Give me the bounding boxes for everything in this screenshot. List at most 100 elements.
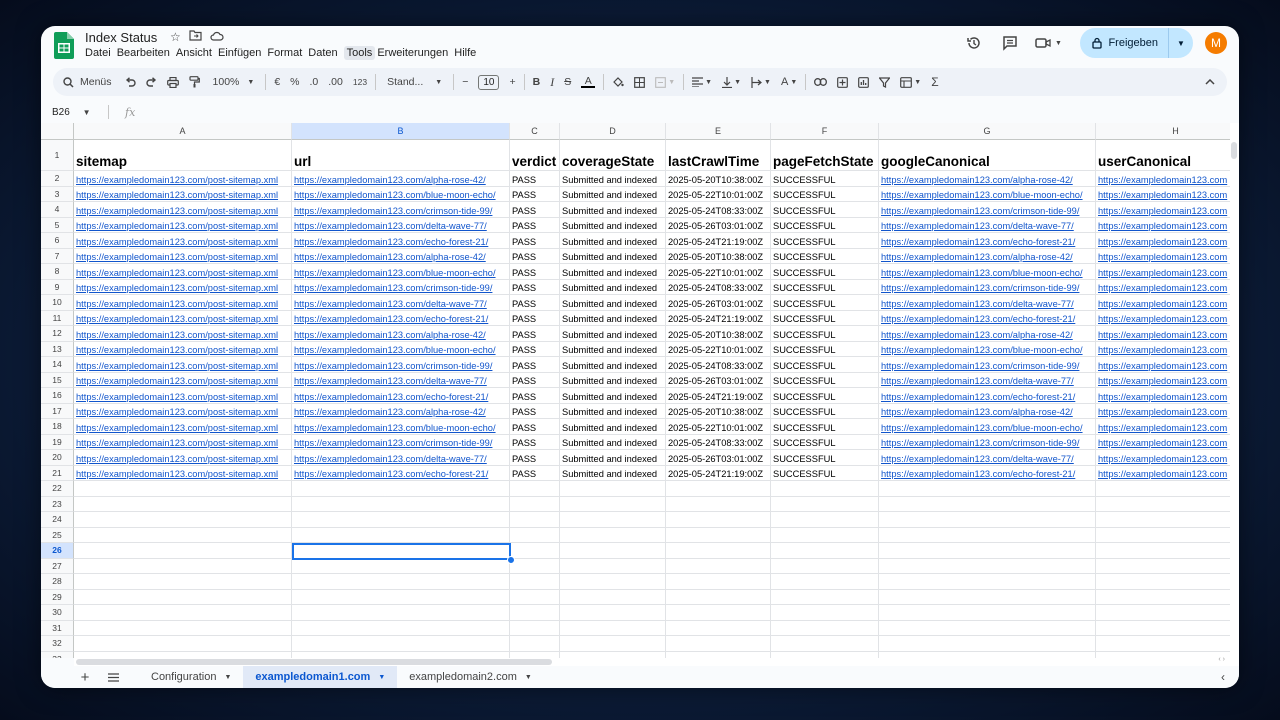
cell[interactable] bbox=[771, 620, 879, 636]
cell[interactable]: https://exampledomain123.com/crimson-tid… bbox=[292, 202, 510, 218]
cell[interactable] bbox=[771, 481, 879, 497]
share-dropdown-icon[interactable]: ▼ bbox=[1169, 39, 1193, 48]
cell[interactable]: https://exampledomain123.com/alpha-rose-… bbox=[292, 326, 510, 342]
cell[interactable]: Submitted and indexed bbox=[560, 419, 666, 435]
cell[interactable] bbox=[666, 496, 771, 512]
cell[interactable]: https://exampledomain123.com/delta-wave-… bbox=[879, 450, 1096, 466]
cell[interactable]: https://exampledomain123.com bbox=[1096, 435, 1239, 450]
cell[interactable]: 2025-05-22T10:01:00Z bbox=[666, 341, 771, 357]
row-header[interactable]: 10 bbox=[41, 295, 74, 311]
column-title-cell[interactable]: verdict bbox=[510, 140, 560, 171]
avatar[interactable]: M bbox=[1205, 32, 1227, 54]
cell[interactable]: https://exampledomain123.com bbox=[1096, 249, 1239, 264]
cell[interactable] bbox=[666, 620, 771, 636]
select-all-corner[interactable] bbox=[41, 123, 74, 140]
horizontal-scrollbar[interactable]: ‹ › bbox=[74, 656, 1239, 666]
cell[interactable]: https://exampledomain123.com/crimson-tid… bbox=[292, 357, 510, 373]
cell[interactable]: https://exampledomain123.com/echo-forest… bbox=[879, 465, 1096, 481]
cell[interactable]: SUCCESSFUL bbox=[771, 465, 879, 481]
percent-format-button[interactable]: % bbox=[285, 68, 304, 96]
cell[interactable]: https://exampledomain123.com/post-sitema… bbox=[74, 248, 292, 264]
cell[interactable]: Submitted and indexed bbox=[560, 233, 666, 249]
cell[interactable]: https://exampledomain123.com/post-sitema… bbox=[74, 357, 292, 373]
cell[interactable]: https://exampledomain123.com/blue-moon-e… bbox=[292, 186, 510, 202]
cell[interactable] bbox=[74, 512, 292, 528]
collapse-sidebar-icon[interactable]: ‹ bbox=[1221, 670, 1239, 684]
cell[interactable]: https://exampledomain123.com/post-sitema… bbox=[74, 233, 292, 249]
cell[interactable]: https://exampledomain123.com/alpha-rose-… bbox=[292, 248, 510, 264]
cell[interactable] bbox=[560, 481, 666, 497]
cell[interactable]: https://exampledomain123.com/delta-wave-… bbox=[292, 372, 510, 388]
cell[interactable]: https://exampledomain123.com bbox=[1096, 466, 1239, 481]
row-header[interactable]: 7 bbox=[41, 248, 74, 264]
cell[interactable]: https://exampledomain123.com/echo-forest… bbox=[879, 310, 1096, 326]
row-header[interactable]: 20 bbox=[41, 450, 74, 466]
cell[interactable] bbox=[771, 496, 879, 512]
cell[interactable] bbox=[510, 574, 560, 590]
share-main[interactable]: Freigeben bbox=[1080, 28, 1169, 58]
cell[interactable]: 2025-05-20T10:38:00Z bbox=[666, 171, 771, 187]
cell[interactable]: PASS bbox=[510, 295, 560, 311]
row-header[interactable]: 4 bbox=[41, 202, 74, 218]
column-header-f[interactable]: F bbox=[771, 123, 879, 140]
cell[interactable]: PASS bbox=[510, 341, 560, 357]
cell[interactable] bbox=[74, 558, 292, 574]
paint-format-icon[interactable] bbox=[184, 68, 205, 96]
row-header[interactable]: 25 bbox=[41, 527, 74, 543]
cell[interactable]: PASS bbox=[510, 217, 560, 233]
cell[interactable]: https://exampledomain123.com/post-sitema… bbox=[74, 326, 292, 342]
cell[interactable] bbox=[771, 543, 879, 559]
row-header[interactable]: 14 bbox=[41, 357, 74, 373]
insert-chart-icon[interactable] bbox=[853, 68, 874, 96]
cell[interactable]: https://exampledomain123.com bbox=[1096, 233, 1239, 249]
cell[interactable]: SUCCESSFUL bbox=[771, 233, 879, 249]
cell[interactable] bbox=[74, 620, 292, 636]
cell[interactable]: https://exampledomain123.com/delta-wave-… bbox=[879, 295, 1096, 311]
row-header[interactable]: 18 bbox=[41, 419, 74, 435]
cell[interactable]: Submitted and indexed bbox=[560, 434, 666, 450]
cell[interactable]: https://exampledomain123.com/echo-forest… bbox=[292, 388, 510, 404]
cell[interactable]: 2025-05-24T08:33:00Z bbox=[666, 202, 771, 218]
cell[interactable] bbox=[510, 496, 560, 512]
cell[interactable] bbox=[879, 574, 1096, 590]
cell[interactable] bbox=[510, 636, 560, 652]
fill-color-icon[interactable] bbox=[607, 68, 629, 96]
cell[interactable]: PASS bbox=[510, 248, 560, 264]
cell[interactable] bbox=[510, 558, 560, 574]
cell[interactable]: https://exampledomain123.com/alpha-rose-… bbox=[879, 403, 1096, 419]
row-header[interactable]: 17 bbox=[41, 403, 74, 419]
cell[interactable]: 2025-05-26T03:01:00Z bbox=[666, 295, 771, 311]
cell[interactable]: https://exampledomain123.com bbox=[1096, 218, 1239, 233]
cell[interactable] bbox=[292, 481, 510, 497]
row-header[interactable]: 31 bbox=[41, 620, 74, 636]
cell[interactable]: PASS bbox=[510, 434, 560, 450]
cell[interactable] bbox=[560, 620, 666, 636]
cell[interactable]: https://exampledomain123.com bbox=[1096, 357, 1239, 373]
add-sheet-icon[interactable]: + bbox=[71, 669, 99, 686]
cell[interactable]: 2025-05-24T08:33:00Z bbox=[666, 279, 771, 295]
zoom-select[interactable]: 100% ▼ bbox=[205, 68, 263, 96]
cell[interactable]: SUCCESSFUL bbox=[771, 217, 879, 233]
document-title[interactable]: Index Status bbox=[85, 30, 157, 45]
cell[interactable] bbox=[879, 496, 1096, 512]
cell[interactable] bbox=[879, 558, 1096, 574]
row-header[interactable]: 13 bbox=[41, 341, 74, 357]
font-size-decrease-button[interactable]: − bbox=[457, 68, 473, 96]
cell[interactable]: Submitted and indexed bbox=[560, 388, 666, 404]
fill-handle[interactable] bbox=[507, 555, 515, 564]
cell[interactable]: 2025-05-24T08:33:00Z bbox=[666, 357, 771, 373]
cell[interactable]: Submitted and indexed bbox=[560, 186, 666, 202]
cell[interactable] bbox=[510, 481, 560, 497]
decrease-decimal-button[interactable]: .0 bbox=[305, 68, 324, 96]
menu-tools[interactable]: Tools bbox=[343, 46, 376, 60]
horizontal-scroll-thumb[interactable] bbox=[76, 659, 552, 665]
cell[interactable] bbox=[1096, 590, 1239, 605]
menu-hilfe[interactable]: Hilfe bbox=[454, 46, 480, 60]
cell[interactable] bbox=[1096, 636, 1239, 652]
cell[interactable] bbox=[560, 527, 666, 543]
cell[interactable]: SUCCESSFUL bbox=[771, 434, 879, 450]
cell[interactable] bbox=[771, 512, 879, 528]
cell[interactable]: https://exampledomain123.com bbox=[1096, 295, 1239, 311]
cell[interactable] bbox=[292, 512, 510, 528]
cell[interactable]: https://exampledomain123.com/post-sitema… bbox=[74, 310, 292, 326]
